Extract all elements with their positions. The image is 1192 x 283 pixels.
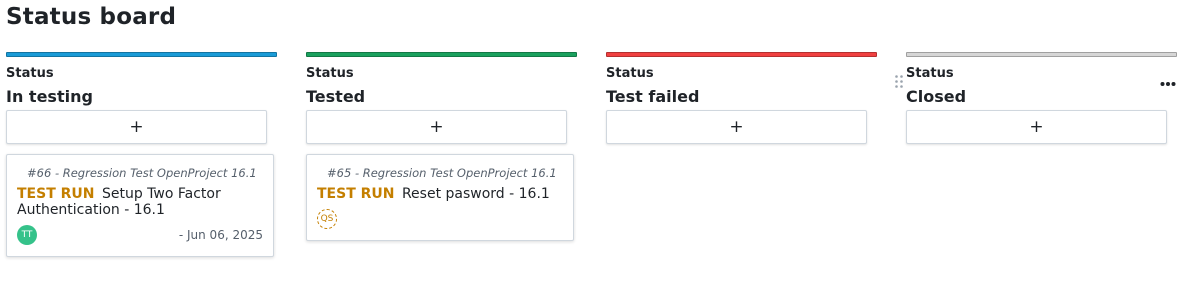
card-title[interactable]: TEST RUN Reset pasword - 16.1 — [317, 186, 563, 202]
column-in-testing: Status In testing + #66 - Regression Tes… — [6, 52, 277, 257]
card-date: - Jun 06, 2025 — [178, 228, 263, 242]
column-closed: Status Closed + — [906, 52, 1177, 144]
card-footer: QS — [317, 208, 563, 230]
column-caption: Status — [606, 66, 654, 81]
card-type: TEST RUN — [17, 186, 95, 202]
avatar[interactable]: TT — [17, 225, 37, 245]
add-card-button[interactable]: + — [906, 110, 1167, 144]
work-package-card[interactable]: #65 - Regression Test OpenProject 16.1 T… — [306, 154, 574, 241]
work-package-card[interactable]: #66 - Regression Test OpenProject 16.1 T… — [6, 154, 274, 257]
card-project: - Regression Test OpenProject 16.1 — [354, 166, 557, 180]
card-id[interactable]: #65 — [327, 166, 351, 180]
column-test-failed: Status Test failed + — [606, 52, 877, 144]
page-title: Status board — [6, 4, 177, 30]
card-id[interactable]: #66 — [27, 166, 51, 180]
column-title[interactable]: In testing — [6, 86, 277, 107]
avatar[interactable]: QS — [317, 209, 337, 229]
column-color-bar — [6, 52, 277, 57]
column-caption: Status — [6, 66, 54, 81]
card-footer: TT - Jun 06, 2025 — [17, 224, 263, 246]
add-card-button[interactable]: + — [606, 110, 867, 144]
column-title[interactable]: Test failed — [606, 86, 877, 107]
column-color-bar — [906, 52, 1177, 57]
card-project: - Regression Test OpenProject 16.1 — [54, 166, 257, 180]
card-subject: Reset pasword - 16.1 — [401, 186, 550, 202]
column-color-bar — [606, 52, 877, 57]
column-caption: Status — [906, 66, 954, 81]
card-title[interactable]: TEST RUN Setup Two Factor Authentication… — [17, 186, 263, 218]
card-meta: #65 - Regression Test OpenProject 16.1 — [317, 166, 563, 181]
more-options-icon[interactable] — [1160, 74, 1176, 90]
column-title[interactable]: Tested — [306, 86, 577, 107]
column-color-bar — [306, 52, 577, 57]
add-card-button[interactable]: + — [6, 110, 267, 144]
card-type: TEST RUN — [317, 186, 395, 202]
column-tested: Status Tested + #65 - Regression Test Op… — [306, 52, 577, 241]
column-title[interactable]: Closed — [906, 86, 1177, 107]
card-meta: #66 - Regression Test OpenProject 16.1 — [17, 166, 263, 181]
add-card-button[interactable]: + — [306, 110, 567, 144]
drag-handle-icon[interactable] — [894, 74, 904, 90]
column-caption: Status — [306, 66, 354, 81]
